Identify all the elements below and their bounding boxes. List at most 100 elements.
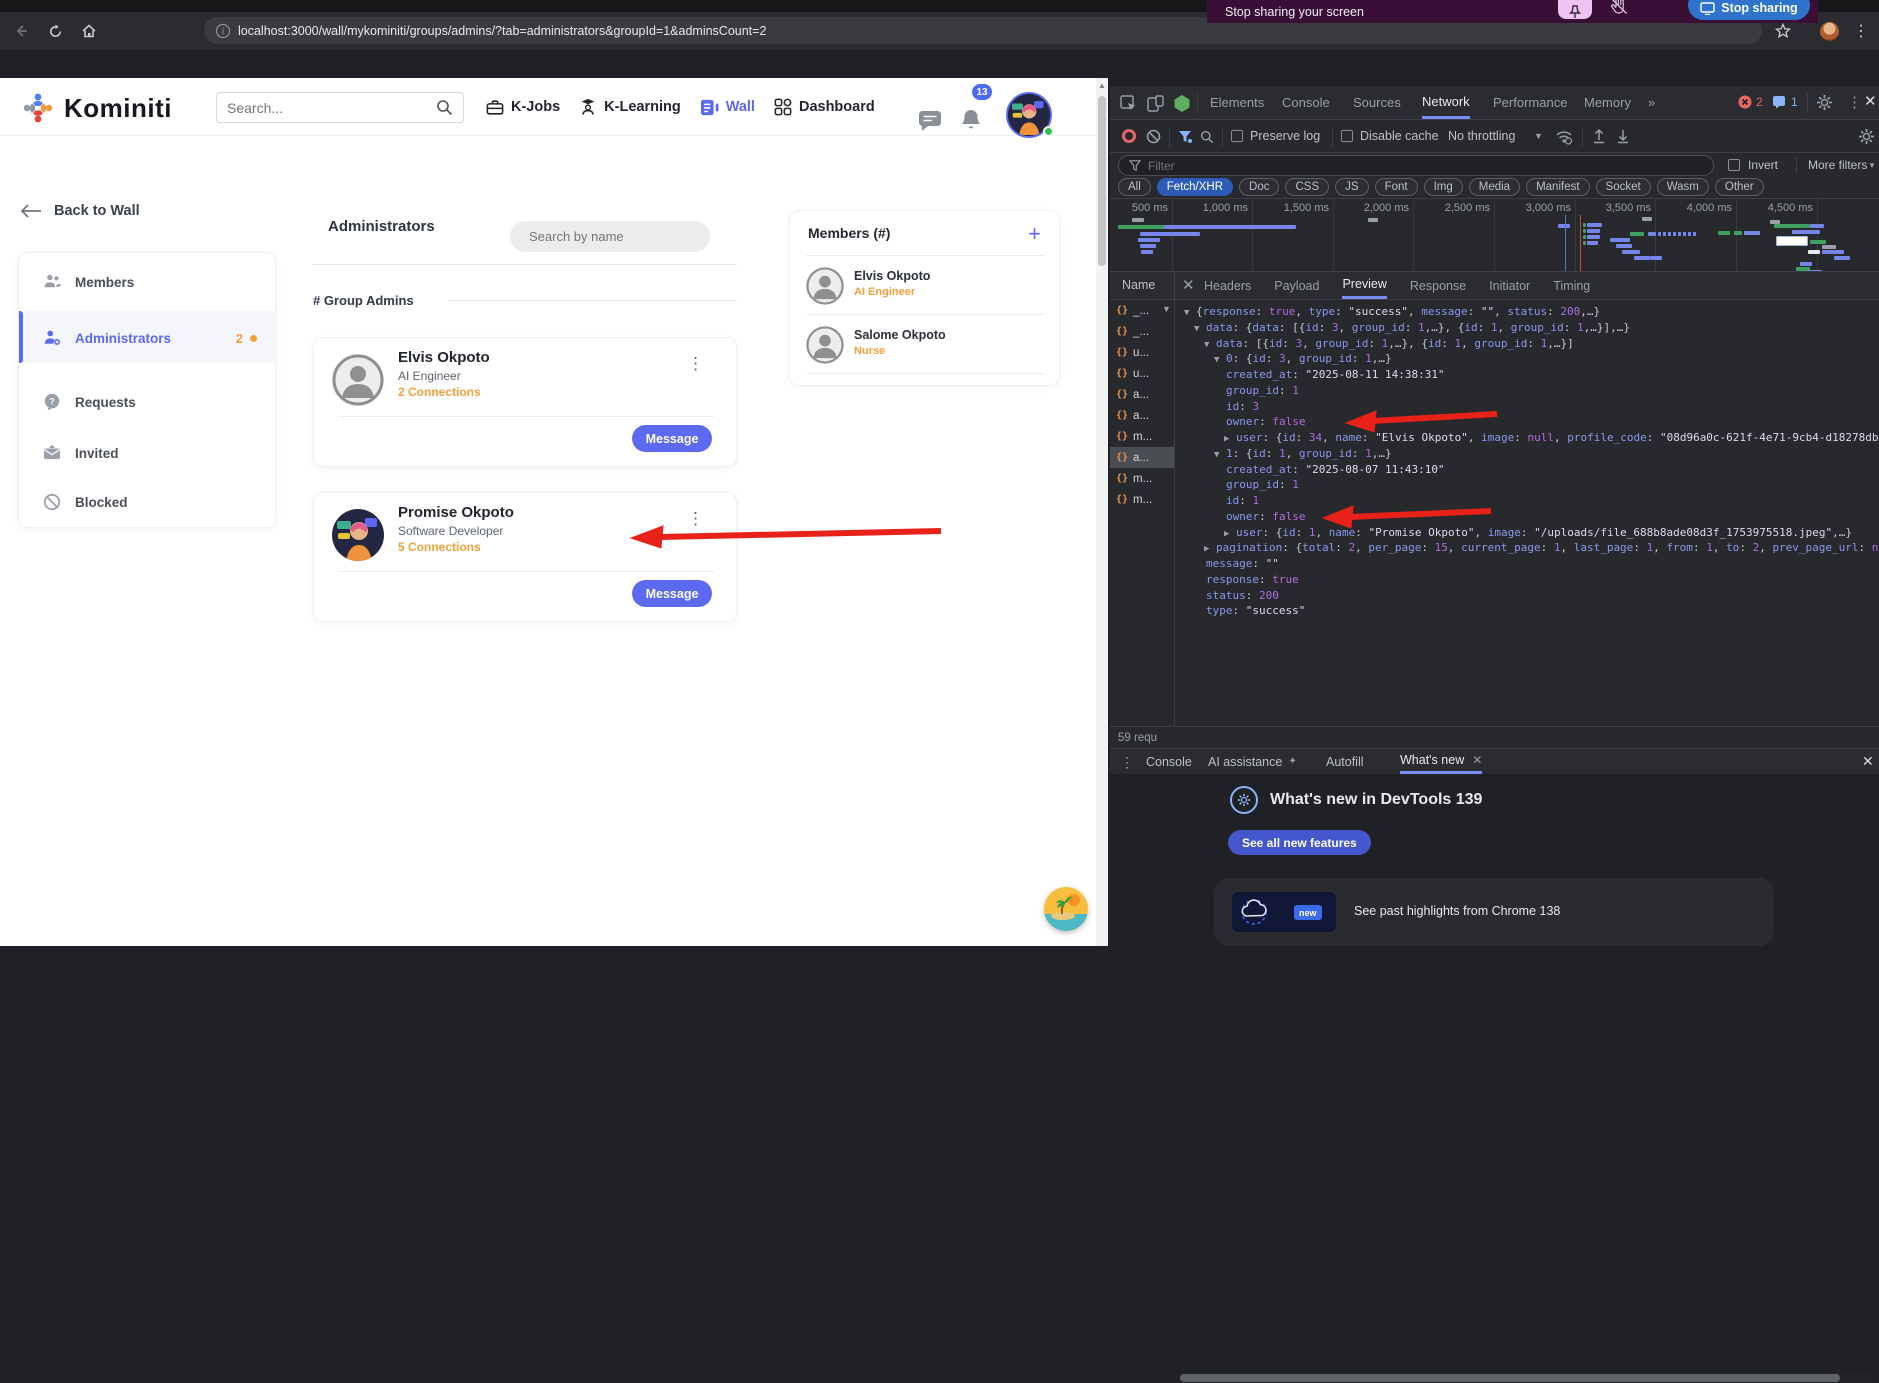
site-info-icon[interactable]: i: [216, 23, 230, 38]
issues-badge[interactable]: [1772, 95, 1786, 109]
member-row[interactable]: Elvis Okpoto AI Engineer: [806, 261, 1045, 309]
scrollbar-thumb[interactable]: [1180, 1374, 1840, 1382]
add-member-icon[interactable]: +: [1028, 221, 1041, 247]
preserve-log-checkbox[interactable]: [1231, 130, 1243, 142]
sidebar-item-administrators[interactable]: Administrators 2: [19, 321, 277, 355]
back-to-wall-link[interactable]: Back to Wall: [20, 203, 140, 219]
nav-item-klearning[interactable]: K-Learning: [579, 98, 681, 116]
devtools-menu-icon[interactable]: ⋮: [1847, 93, 1862, 111]
drawer-tab-autofill[interactable]: Autofill: [1326, 749, 1364, 774]
app-search-input[interactable]: [227, 99, 428, 116]
message-button[interactable]: Message: [632, 580, 712, 607]
admin-search-input[interactable]: [529, 229, 705, 244]
devtools-tab-network[interactable]: Network: [1422, 86, 1470, 119]
invert-checkbox[interactable]: [1728, 159, 1740, 171]
device-toolbar-icon[interactable]: [1147, 95, 1164, 112]
more-tabs-icon[interactable]: »: [1648, 86, 1655, 119]
filter-chip-font[interactable]: Font: [1374, 178, 1418, 196]
drawer-tab-whatsnew[interactable]: What's new ✕: [1400, 749, 1483, 774]
network-overview[interactable]: 500 ms 1,000 ms 1,500 ms 2,000 ms 2,500 ms 3,…: [1110, 198, 1879, 272]
network-search-icon[interactable]: [1200, 130, 1214, 144]
filter-chip-socket[interactable]: Socket: [1595, 178, 1651, 196]
node-hexagon-icon[interactable]: [1173, 94, 1191, 113]
preview-tab-payload[interactable]: Payload: [1274, 272, 1319, 299]
app-scrollbar[interactable]: ▲: [1096, 78, 1108, 946]
drawer-menu-icon[interactable]: ⋮: [1120, 754, 1134, 771]
search-icon[interactable]: [436, 99, 453, 116]
devtools-tab-memory[interactable]: Memory: [1584, 86, 1631, 119]
horizontal-scrollbar[interactable]: [1176, 1373, 1875, 1383]
highlights-card[interactable]: new See past highlights from Chrome 138: [1214, 878, 1774, 946]
close-tab-icon[interactable]: ✕: [1472, 753, 1482, 767]
back-icon[interactable]: [8, 18, 34, 44]
pin-icon[interactable]: [1558, 0, 1592, 19]
stop-sharing-button[interactable]: Stop sharing: [1688, 0, 1810, 20]
filter-icon[interactable]: [1178, 130, 1192, 143]
request-row[interactable]: {} a...: [1110, 447, 1174, 468]
scrollbar-thumb[interactable]: [1098, 96, 1106, 266]
settings-gear-icon[interactable]: [1816, 94, 1833, 111]
request-row[interactable]: {} u...: [1110, 363, 1174, 384]
message-button[interactable]: Message: [632, 425, 712, 452]
filter-chip-doc[interactable]: Doc: [1239, 178, 1280, 196]
disclosure-triangle-icon[interactable]: ▶: [1224, 432, 1236, 446]
filter-chip-other[interactable]: Other: [1714, 178, 1764, 196]
preview-tab-preview[interactable]: Preview: [1342, 272, 1387, 299]
card-menu-icon[interactable]: ⋮: [687, 509, 704, 529]
nav-item-wall[interactable]: Wall: [700, 99, 755, 116]
network-filter-input[interactable]: [1148, 158, 1703, 173]
preview-tab-timing[interactable]: Timing: [1553, 272, 1590, 299]
name-column-header[interactable]: Name: [1122, 278, 1155, 292]
sidebar-item-blocked[interactable]: Blocked: [19, 485, 277, 519]
hand-off-icon[interactable]: [1609, 0, 1631, 18]
devtools-close-icon[interactable]: ✕: [1864, 92, 1877, 110]
devtools-tab-sources[interactable]: Sources: [1353, 86, 1401, 119]
filter-chip-media[interactable]: Media: [1468, 178, 1521, 196]
messages-icon[interactable]: [918, 110, 942, 132]
home-icon[interactable]: [76, 18, 102, 44]
preview-tab-headers[interactable]: Headers: [1204, 272, 1251, 299]
devtools-tab-console[interactable]: Console: [1282, 86, 1330, 119]
request-row[interactable]: {} m...: [1110, 489, 1174, 510]
floating-theme-button[interactable]: [1044, 887, 1088, 931]
card-menu-icon[interactable]: ⋮: [687, 354, 704, 374]
request-row[interactable]: {} _...: [1110, 321, 1174, 342]
disclosure-triangle-icon[interactable]: ▶: [1224, 527, 1236, 541]
network-conditions-icon[interactable]: [1555, 128, 1573, 145]
sidebar-item-members[interactable]: Members: [19, 265, 277, 299]
error-count-badge[interactable]: [1738, 95, 1752, 109]
filter-chip-wasm[interactable]: Wasm: [1656, 178, 1709, 196]
close-preview-icon[interactable]: ✕: [1182, 276, 1195, 294]
request-row[interactable]: {} u...: [1110, 342, 1174, 363]
disclosure-triangle-icon[interactable]: ▼: [1184, 306, 1196, 320]
member-row[interactable]: Salome Okpoto Nurse: [806, 320, 1045, 368]
filter-chip-manifest[interactable]: Manifest: [1526, 178, 1590, 196]
import-har-icon[interactable]: [1592, 128, 1606, 144]
drawer-tab-aiassistance[interactable]: AI assistance ✦: [1208, 749, 1297, 774]
disclosure-triangle-icon[interactable]: ▶: [1204, 542, 1216, 556]
notifications-bell-icon[interactable]: [960, 108, 982, 133]
drawer-close-icon[interactable]: ✕: [1862, 753, 1874, 770]
filter-chip-img[interactable]: Img: [1423, 178, 1463, 196]
sidebar-item-invited[interactable]: Invited: [19, 436, 277, 470]
filter-chip-all[interactable]: All: [1118, 178, 1151, 196]
record-icon[interactable]: [1122, 129, 1136, 143]
filter-chip-css[interactable]: CSS: [1285, 178, 1330, 196]
kominiti-logo[interactable]: Kominiti: [20, 90, 172, 126]
filter-chip-js[interactable]: JS: [1335, 178, 1369, 196]
throttling-caret-icon[interactable]: ▼: [1534, 131, 1543, 141]
scroll-up-icon[interactable]: ▲: [1098, 81, 1106, 90]
disable-cache-checkbox[interactable]: [1341, 130, 1353, 142]
preview-tab-response[interactable]: Response: [1410, 272, 1466, 299]
nav-item-dashboard[interactable]: Dashboard: [774, 98, 875, 116]
drawer-tab-console[interactable]: Console: [1146, 749, 1192, 774]
browser-menu-icon[interactable]: ⋮: [1848, 18, 1874, 44]
disclosure-triangle-icon[interactable]: ▼: [1204, 338, 1216, 352]
disclosure-triangle-icon[interactable]: ▼: [1194, 322, 1206, 336]
throttling-select[interactable]: No throttling: [1448, 129, 1515, 143]
disclosure-triangle-icon[interactable]: ▼: [1214, 353, 1226, 367]
network-settings-gear-icon[interactable]: [1858, 128, 1875, 145]
sidebar-item-requests[interactable]: ? Requests: [19, 385, 277, 419]
request-row[interactable]: {} m...: [1110, 426, 1174, 447]
request-row[interactable]: {} a...: [1110, 405, 1174, 426]
